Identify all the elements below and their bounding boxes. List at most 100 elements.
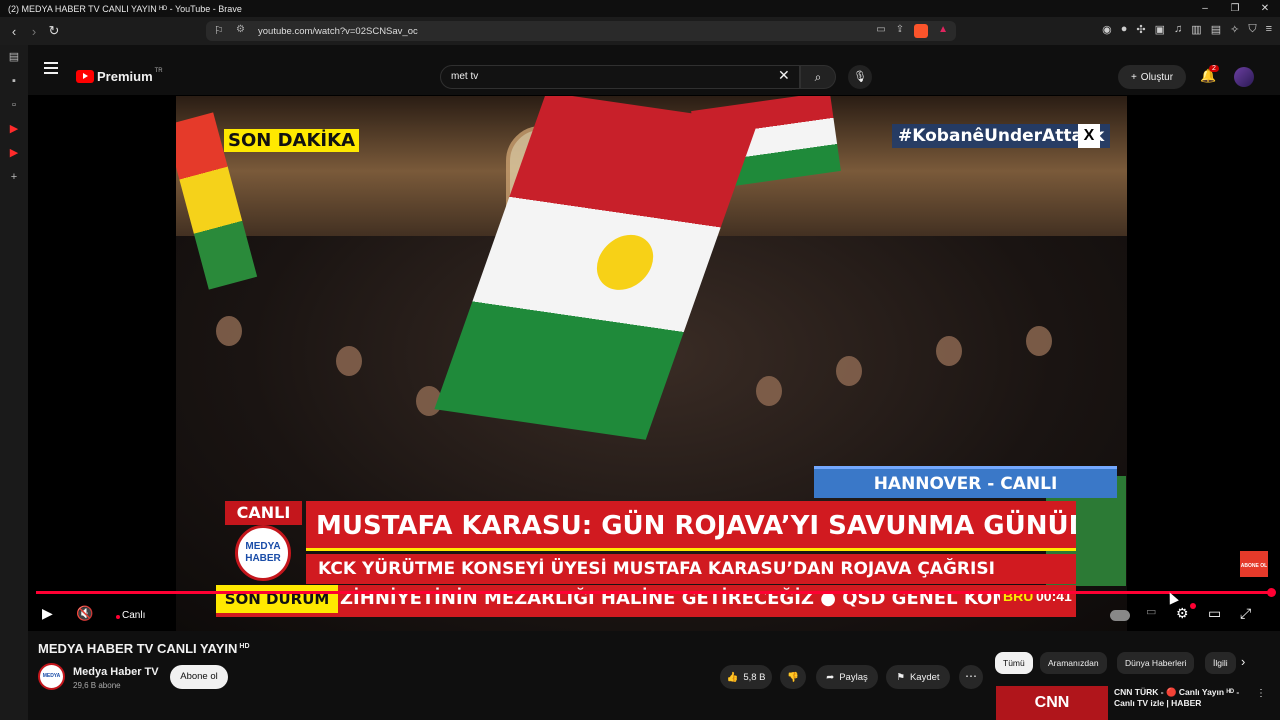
person-head: [756, 376, 782, 406]
subscribe-watermark[interactable]: ABONE OL: [1240, 551, 1268, 577]
youtube-sidebar-icon[interactable]: ▶: [0, 141, 28, 165]
vpn-icon[interactable]: ⛉: [1248, 23, 1256, 36]
youtube-logo[interactable]: Premium TR: [76, 68, 163, 84]
add-panel-icon[interactable]: +: [0, 165, 28, 189]
search-input[interactable]: met tv: [440, 65, 800, 89]
site-info-icon[interactable]: ⚙: [236, 24, 245, 35]
bookmark-icon[interactable]: ⚐: [214, 24, 224, 37]
extension-icons: ◉ ● ✣ ▣ ♫ ▥ ▤ ✧ ⛉ ≡: [1102, 23, 1272, 36]
live-tag: CANLI: [225, 501, 302, 525]
minimize-icon[interactable]: –: [1190, 0, 1220, 17]
voice-search-button[interactable]: 🎙: [848, 65, 872, 89]
more-vert-icon[interactable]: ⋮: [1256, 688, 1266, 699]
fullscreen-icon[interactable]: ⤢: [1240, 605, 1251, 622]
live-label[interactable]: Canlı: [122, 610, 145, 621]
settings-gear-icon[interactable]: ⚙: [1176, 605, 1189, 622]
progress-bar[interactable]: [36, 588, 1276, 597]
thumbs-down-icon: 👎: [787, 671, 799, 683]
sidebar-app-icon[interactable]: ▫: [0, 93, 28, 117]
plus-icon: +: [1130, 71, 1137, 83]
subtitles-icon[interactable]: ▭: [1146, 605, 1156, 618]
chip-all[interactable]: Tümü: [995, 652, 1033, 674]
like-button[interactable]: 👍 5,8 B: [720, 665, 772, 689]
flag-sun: [589, 231, 662, 294]
person-head: [1026, 326, 1052, 356]
sidebar-toggle-icon[interactable]: ▤: [0, 45, 28, 69]
chevron-right-icon[interactable]: ›: [1241, 654, 1245, 669]
theater-mode-icon[interactable]: ▭: [1208, 605, 1221, 622]
browser-toolbar: ‹ › ↻ ⚐ ⚙ youtube.com/watch?v=02SCNSav_o…: [0, 17, 1280, 45]
youtube-header: Premium TR met tv ✕ ⌕ 🎙 + Oluştur 🔔 2: [28, 45, 1280, 95]
maximize-icon[interactable]: ❐: [1220, 0, 1250, 17]
chip-related[interactable]: İlgili: [1205, 652, 1236, 674]
chip-world-news[interactable]: Dünya Haberleri: [1117, 652, 1195, 674]
hd-badge: [1190, 603, 1196, 609]
brave-shield-icon[interactable]: [914, 24, 929, 38]
close-window-icon[interactable]: ✕: [1250, 0, 1280, 17]
player-controls: ▶ 🔇 Canlı ▭ ⚙ ▭ ⤢: [28, 599, 1280, 629]
channel-avatar[interactable]: MEDYA: [38, 663, 65, 690]
menu-icon[interactable]: ≡: [1266, 23, 1272, 36]
recommended-title[interactable]: CNN TÜRK - 🔴 Canlı Yayın ᴴᴰ - Canlı TV i…: [1114, 687, 1254, 713]
puzzle-icon[interactable]: ✣: [1136, 23, 1145, 36]
share-icon[interactable]: ⇪: [896, 24, 904, 38]
share-arrow-icon: ➦: [826, 671, 835, 683]
extension-icon[interactable]: ▣: [1155, 23, 1165, 36]
subscribe-button[interactable]: Abone ol: [170, 665, 228, 689]
clear-search-icon[interactable]: ✕: [778, 67, 790, 84]
mute-icon[interactable]: 🔇: [76, 605, 93, 622]
mic-icon: 🎙: [853, 71, 867, 83]
video-details: MEDYA HABER TV CANLI YAYIN HD MEDYA Medya…: [28, 631, 1280, 720]
leo-icon[interactable]: ✧: [1230, 23, 1239, 36]
subscriber-count: 29,6 B abone: [73, 681, 121, 690]
more-actions-button[interactable]: ⋯: [959, 665, 983, 689]
channel-logo: MEDYA HABER: [235, 525, 291, 581]
share-button[interactable]: ➦ Paylaş: [816, 665, 878, 689]
recommended-thumbnail[interactable]: CNN: [996, 686, 1108, 720]
extension-icon[interactable]: ●: [1121, 23, 1128, 36]
save-button[interactable]: ⚑ Kaydet: [886, 665, 950, 689]
create-button[interactable]: + Oluştur: [1118, 65, 1186, 89]
account-avatar[interactable]: [1234, 67, 1254, 87]
extension-icon[interactable]: ◉: [1102, 23, 1112, 36]
cast-icon[interactable]: ▭: [876, 24, 885, 38]
person-head: [836, 356, 862, 386]
chip-from-search[interactable]: Aramanızdan: [1040, 652, 1107, 674]
dislike-button[interactable]: 👎: [780, 665, 806, 689]
breaking-news-tag: SON DAKİKA: [224, 129, 359, 152]
url-text: youtube.com/watch?v=02SCNSav_oc: [258, 25, 418, 37]
subheadline-banner: KCK YÜRÜTME KONSEYİ ÜYESİ MUSTAFA KARASU…: [306, 554, 1076, 584]
location-tag: HANNOVER - CANLI: [814, 466, 1117, 498]
reload-icon[interactable]: ↻: [44, 23, 64, 39]
back-icon[interactable]: ‹: [4, 24, 24, 39]
forward-icon[interactable]: ›: [24, 24, 44, 39]
video-frame[interactable]: SON DAKİKA #KobanêUnderAttack X HANNOVER…: [176, 96, 1127, 631]
notification-badge: 2: [1209, 65, 1219, 72]
autoplay-toggle[interactable]: [1110, 610, 1130, 621]
headline-banner: MUSTAFA KARASU: GÜN ROJAVA’YI SAVUNMA GÜ…: [306, 501, 1076, 551]
search-icon: ⌕: [814, 70, 822, 84]
channel-name[interactable]: Medya Haber TV: [73, 666, 159, 678]
person-head: [936, 336, 962, 366]
play-icon[interactable]: ▶: [42, 605, 53, 622]
browser-sidebar: ▤ ▪ ▫ ▶ ▶ +: [0, 45, 28, 720]
brave-rewards-icon[interactable]: ▲: [938, 24, 948, 38]
guide-menu-icon[interactable]: [44, 62, 58, 74]
video-title: MEDYA HABER TV CANLI YAYIN HD: [38, 641, 250, 656]
sidebar-icon[interactable]: ▥: [1191, 23, 1201, 36]
thumbs-up-icon: 👍: [726, 671, 739, 683]
music-icon[interactable]: ♫: [1174, 23, 1182, 36]
youtube-play-icon: [76, 70, 94, 83]
window-controls: – ❐ ✕: [1190, 0, 1280, 17]
wallet-icon[interactable]: ▤: [1211, 23, 1221, 36]
person-head: [336, 346, 362, 376]
sidebar-app-icon[interactable]: ▪: [0, 69, 28, 93]
youtube-sidebar-icon[interactable]: ▶: [0, 117, 28, 141]
window-title: (2) MEDYA HABER TV CANLI YAYIN ᴴᴰ - YouT…: [8, 3, 242, 14]
window-titlebar: (2) MEDYA HABER TV CANLI YAYIN ᴴᴰ - YouT…: [0, 0, 1280, 17]
video-player[interactable]: SON DAKİKA #KobanêUnderAttack X HANNOVER…: [28, 95, 1280, 631]
search-button[interactable]: ⌕: [800, 65, 836, 89]
recommendation-chips: Tümü Aramanızdan Dünya Haberleri İlgili: [995, 652, 1255, 674]
scrubber-handle[interactable]: [1267, 588, 1276, 597]
address-bar[interactable]: ⚐ ⚙ youtube.com/watch?v=02SCNSav_oc ▭ ⇪ …: [206, 21, 956, 41]
